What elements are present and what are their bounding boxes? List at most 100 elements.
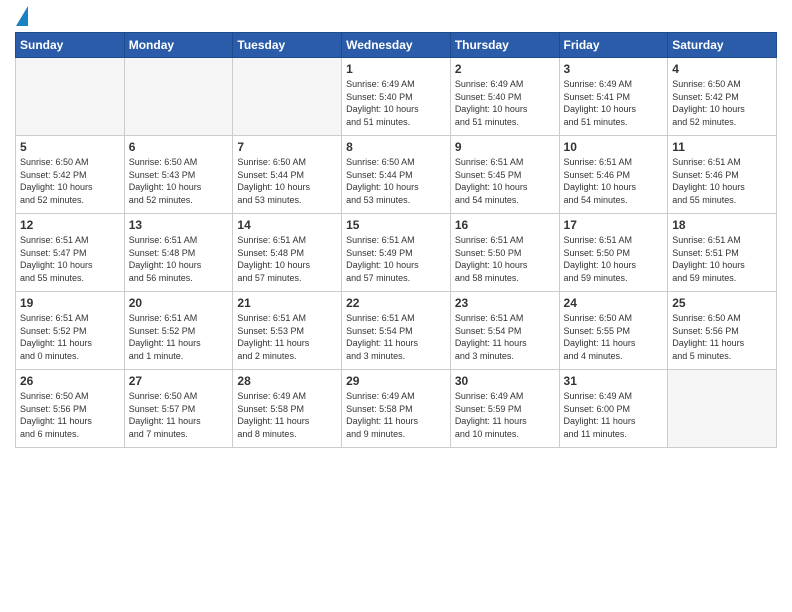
calendar-cell: 30Sunrise: 6:49 AM Sunset: 5:59 PM Dayli… (450, 370, 559, 448)
day-info: Sunrise: 6:51 AM Sunset: 5:52 PM Dayligh… (20, 312, 120, 362)
day-number: 27 (129, 374, 229, 388)
day-number: 8 (346, 140, 446, 154)
day-info: Sunrise: 6:49 AM Sunset: 5:40 PM Dayligh… (455, 78, 555, 128)
day-info: Sunrise: 6:51 AM Sunset: 5:52 PM Dayligh… (129, 312, 229, 362)
col-header-sunday: Sunday (16, 33, 125, 58)
day-number: 6 (129, 140, 229, 154)
day-info: Sunrise: 6:51 AM Sunset: 5:53 PM Dayligh… (237, 312, 337, 362)
day-number: 23 (455, 296, 555, 310)
day-number: 17 (564, 218, 664, 232)
week-row-5: 26 Sunrise: 6:50 AM Sunset: 5:56 PM Dayli… (16, 370, 777, 448)
day-number: 25 (672, 296, 772, 310)
calendar-cell: 13 Sunrise: 6:51 AM Sunset: 5:48 PM Dayli… (124, 214, 233, 292)
calendar-cell: 20Sunrise: 6:51 AM Sunset: 5:52 PM Dayli… (124, 292, 233, 370)
day-info: Sunrise: 6:51 AM Sunset: 5:45 PM Dayligh… (455, 156, 555, 206)
day-info: Sunrise: 6:51 AM Sunset: 5:47 PM Dayligh… (20, 234, 120, 284)
day-info: Sunrise: 6:51 AM Sunset: 5:54 PM Dayligh… (455, 312, 555, 362)
day-number: 22 (346, 296, 446, 310)
logo-icon (16, 6, 28, 26)
calendar-cell: 4 Sunrise: 6:50 AM Sunset: 5:42 PM Daylig… (668, 58, 777, 136)
day-number: 13 (129, 218, 229, 232)
day-number: 29 (346, 374, 446, 388)
day-info: Sunrise: 6:51 AM Sunset: 5:46 PM Dayligh… (672, 156, 772, 206)
day-info: Sunrise: 6:49 AM Sunset: 5:58 PM Dayligh… (346, 390, 446, 440)
day-info: Sunrise: 6:51 AM Sunset: 5:49 PM Dayligh… (346, 234, 446, 284)
day-info: Sunrise: 6:50 AM Sunset: 5:57 PM Dayligh… (129, 390, 229, 440)
calendar-cell (124, 58, 233, 136)
calendar-cell: 9 Sunrise: 6:51 AM Sunset: 5:45 PM Daylig… (450, 136, 559, 214)
day-number: 2 (455, 62, 555, 76)
calendar-cell: 5 Sunrise: 6:50 AM Sunset: 5:42 PM Daylig… (16, 136, 125, 214)
calendar-cell: 10Sunrise: 6:51 AM Sunset: 5:46 PM Dayli… (559, 136, 668, 214)
calendar-cell: 19 Sunrise: 6:51 AM Sunset: 5:52 PM Dayli… (16, 292, 125, 370)
calendar-cell: 7Sunrise: 6:50 AM Sunset: 5:44 PM Daylig… (233, 136, 342, 214)
day-info: Sunrise: 6:49 AM Sunset: 5:59 PM Dayligh… (455, 390, 555, 440)
day-info: Sunrise: 6:50 AM Sunset: 5:43 PM Dayligh… (129, 156, 229, 206)
day-number: 14 (237, 218, 337, 232)
day-info: Sunrise: 6:50 AM Sunset: 5:42 PM Dayligh… (20, 156, 120, 206)
calendar-cell: 14 Sunrise: 6:51 AM Sunset: 5:48 PM Dayli… (233, 214, 342, 292)
day-info: Sunrise: 6:50 AM Sunset: 5:42 PM Dayligh… (672, 78, 772, 128)
week-row-1: 1 Sunrise: 6:49 AM Sunset: 5:40 PM Daylig… (16, 58, 777, 136)
day-info: Sunrise: 6:50 AM Sunset: 5:56 PM Dayligh… (672, 312, 772, 362)
logo (15, 10, 28, 24)
day-number: 18 (672, 218, 772, 232)
calendar-cell: 16 Sunrise: 6:51 AM Sunset: 5:50 PM Dayli… (450, 214, 559, 292)
day-info: Sunrise: 6:51 AM Sunset: 5:48 PM Dayligh… (129, 234, 229, 284)
week-row-3: 12 Sunrise: 6:51 AM Sunset: 5:47 PM Dayli… (16, 214, 777, 292)
calendar-cell: 31 Sunrise: 6:49 AM Sunset: 6:00 PM Dayli… (559, 370, 668, 448)
day-info: Sunrise: 6:49 AM Sunset: 5:58 PM Dayligh… (237, 390, 337, 440)
calendar-cell: 26 Sunrise: 6:50 AM Sunset: 5:56 PM Dayli… (16, 370, 125, 448)
day-number: 15 (346, 218, 446, 232)
day-info: Sunrise: 6:49 AM Sunset: 6:00 PM Dayligh… (564, 390, 664, 440)
calendar-table: SundayMondayTuesdayWednesdayThursdayFrid… (15, 32, 777, 448)
day-info: Sunrise: 6:50 AM Sunset: 5:55 PM Dayligh… (564, 312, 664, 362)
day-number: 24 (564, 296, 664, 310)
day-number: 26 (20, 374, 120, 388)
day-number: 11 (672, 140, 772, 154)
day-info: Sunrise: 6:51 AM Sunset: 5:51 PM Dayligh… (672, 234, 772, 284)
col-header-friday: Friday (559, 33, 668, 58)
calendar-cell: 6 Sunrise: 6:50 AM Sunset: 5:43 PM Daylig… (124, 136, 233, 214)
col-header-wednesday: Wednesday (342, 33, 451, 58)
calendar-cell: 27 Sunrise: 6:50 AM Sunset: 5:57 PM Dayli… (124, 370, 233, 448)
day-number: 19 (20, 296, 120, 310)
day-number: 4 (672, 62, 772, 76)
col-header-saturday: Saturday (668, 33, 777, 58)
day-info: Sunrise: 6:50 AM Sunset: 5:44 PM Dayligh… (237, 156, 337, 206)
day-number: 1 (346, 62, 446, 76)
day-number: 21 (237, 296, 337, 310)
calendar-cell: 12 Sunrise: 6:51 AM Sunset: 5:47 PM Dayli… (16, 214, 125, 292)
day-info: Sunrise: 6:51 AM Sunset: 5:54 PM Dayligh… (346, 312, 446, 362)
calendar-cell (16, 58, 125, 136)
calendar-cell: 17 Sunrise: 6:51 AM Sunset: 5:50 PM Dayli… (559, 214, 668, 292)
calendar-cell: 11 Sunrise: 6:51 AM Sunset: 5:46 PM Dayli… (668, 136, 777, 214)
header-row: SundayMondayTuesdayWednesdayThursdayFrid… (16, 33, 777, 58)
week-row-4: 19 Sunrise: 6:51 AM Sunset: 5:52 PM Dayli… (16, 292, 777, 370)
day-info: Sunrise: 6:51 AM Sunset: 5:46 PM Dayligh… (564, 156, 664, 206)
day-info: Sunrise: 6:50 AM Sunset: 5:44 PM Dayligh… (346, 156, 446, 206)
day-info: Sunrise: 6:49 AM Sunset: 5:41 PM Dayligh… (564, 78, 664, 128)
day-number: 9 (455, 140, 555, 154)
day-info: Sunrise: 6:51 AM Sunset: 5:50 PM Dayligh… (564, 234, 664, 284)
calendar-cell: 15 Sunrise: 6:51 AM Sunset: 5:49 PM Dayli… (342, 214, 451, 292)
day-number: 16 (455, 218, 555, 232)
calendar-cell: 18 Sunrise: 6:51 AM Sunset: 5:51 PM Dayli… (668, 214, 777, 292)
calendar-cell: 23 Sunrise: 6:51 AM Sunset: 5:54 PM Dayli… (450, 292, 559, 370)
day-info: Sunrise: 6:49 AM Sunset: 5:40 PM Dayligh… (346, 78, 446, 128)
calendar-cell: 22 Sunrise: 6:51 AM Sunset: 5:54 PM Dayli… (342, 292, 451, 370)
day-number: 28 (237, 374, 337, 388)
day-info: Sunrise: 6:51 AM Sunset: 5:48 PM Dayligh… (237, 234, 337, 284)
day-number: 5 (20, 140, 120, 154)
calendar-cell: 29 Sunrise: 6:49 AM Sunset: 5:58 PM Dayli… (342, 370, 451, 448)
calendar-cell (668, 370, 777, 448)
calendar-cell: 3Sunrise: 6:49 AM Sunset: 5:41 PM Daylig… (559, 58, 668, 136)
day-info: Sunrise: 6:50 AM Sunset: 5:56 PM Dayligh… (20, 390, 120, 440)
col-header-thursday: Thursday (450, 33, 559, 58)
calendar-cell: 25 Sunrise: 6:50 AM Sunset: 5:56 PM Dayli… (668, 292, 777, 370)
week-row-2: 5 Sunrise: 6:50 AM Sunset: 5:42 PM Daylig… (16, 136, 777, 214)
day-info: Sunrise: 6:51 AM Sunset: 5:50 PM Dayligh… (455, 234, 555, 284)
day-number: 12 (20, 218, 120, 232)
calendar-cell: 1 Sunrise: 6:49 AM Sunset: 5:40 PM Daylig… (342, 58, 451, 136)
day-number: 31 (564, 374, 664, 388)
